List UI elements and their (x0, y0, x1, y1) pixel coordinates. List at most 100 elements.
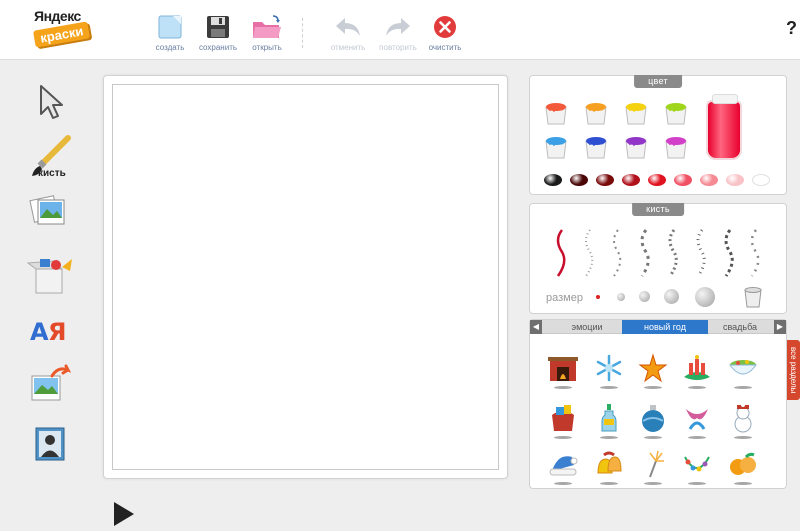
santa-hat-icon (549, 456, 578, 476)
tool-text[interactable]: А Я (22, 306, 78, 354)
open-label: открыть (252, 43, 282, 52)
portrait-frame-icon (35, 427, 65, 461)
brush-snowflakes[interactable] (746, 228, 764, 278)
help-button[interactable]: ? (786, 18, 797, 39)
sticker-salad-bowl[interactable] (726, 350, 760, 389)
tool-gallery[interactable] (22, 420, 78, 468)
picture-arrow-icon (31, 364, 72, 401)
category-prev-arrow[interactable]: ◀ (530, 320, 542, 334)
color-shade-swatch[interactable] (622, 174, 640, 186)
save-label: сохранить (198, 43, 238, 52)
star-icon (638, 353, 668, 383)
size-xs[interactable] (596, 295, 600, 299)
paint-bucket[interactable] (584, 134, 608, 160)
category-new-year[interactable]: новый год (622, 320, 708, 334)
photos-icon (29, 195, 65, 225)
sticker-snowflake[interactable] (592, 350, 626, 389)
sticker-garland-lights[interactable] (680, 446, 714, 485)
create-button[interactable]: создать (148, 14, 192, 58)
brush-stars[interactable] (720, 228, 738, 278)
color-shade-swatch[interactable] (596, 174, 614, 186)
clear-label: очистить (428, 43, 462, 52)
sticker-snowman[interactable] (726, 400, 760, 439)
open-button[interactable]: открыть (245, 14, 289, 58)
ornament-ball-icon (642, 405, 664, 432)
color-shade-swatch[interactable] (648, 174, 666, 186)
sticker-candles[interactable] (680, 350, 714, 389)
snowflake-icon (596, 354, 622, 382)
category-next-arrow[interactable]: ▶ (774, 320, 786, 334)
snowman-icon (734, 403, 752, 433)
tool-import-image[interactable] (22, 360, 78, 408)
paint-bucket[interactable] (544, 100, 568, 126)
brush-flowers[interactable] (692, 228, 710, 278)
all-sections-tab[interactable]: все разделы (787, 340, 800, 400)
paint-bucket-icon[interactable] (742, 284, 764, 308)
sticker-fireplace[interactable] (546, 350, 580, 389)
redo-arrow-icon (386, 18, 410, 36)
category-emotions[interactable]: эмоции (552, 320, 622, 334)
toybox-icon (26, 259, 72, 294)
size-m[interactable] (639, 291, 650, 302)
selected-color-jar (706, 94, 742, 160)
bells-icon (597, 451, 622, 474)
size-xl[interactable] (695, 287, 715, 307)
brush-solid[interactable] (552, 228, 570, 278)
sticker-tangerines[interactable] (726, 446, 760, 485)
paint-bucket[interactable] (624, 100, 648, 126)
candy-bow-icon (686, 409, 708, 430)
sticker-bottle[interactable] (592, 400, 626, 439)
sticker-bells[interactable] (592, 446, 626, 485)
paint-bucket[interactable] (584, 100, 608, 126)
logo-line-1: Яндекс (34, 8, 81, 24)
paint-bucket[interactable] (544, 134, 568, 160)
yandex-kraski-logo[interactable]: Яндекс краски (30, 8, 94, 48)
brush-hearts[interactable] (636, 228, 654, 278)
color-shade-swatch[interactable] (674, 174, 692, 186)
color-shade-swatch[interactable] (726, 174, 744, 186)
sticker-santa-hat[interactable] (546, 446, 580, 485)
bottle-icon (601, 404, 617, 432)
new-file-icon (158, 15, 182, 39)
sticker-gift-sack[interactable] (546, 400, 580, 439)
sticker-sparkler[interactable] (636, 446, 670, 485)
brush-circles[interactable] (664, 228, 682, 278)
text-icon: А Я (30, 318, 66, 346)
sparkler-icon (649, 450, 664, 478)
tool-pointer[interactable] (22, 78, 78, 126)
paint-bucket[interactable] (664, 100, 688, 126)
paint-bucket[interactable] (664, 134, 688, 160)
size-l[interactable] (664, 289, 679, 304)
color-shade-swatch[interactable] (752, 174, 770, 186)
brush-panel-title: кисть (632, 203, 684, 216)
size-s[interactable] (617, 293, 625, 301)
fireplace-icon (548, 357, 578, 381)
sticker-ornament-ball[interactable] (636, 400, 670, 439)
size-label: размер (546, 292, 583, 304)
tool-objects[interactable] (22, 252, 78, 300)
folder-open-icon (253, 15, 281, 38)
clear-x-icon (434, 16, 456, 38)
brush-sparkle[interactable] (608, 228, 626, 278)
brush-dots[interactable] (580, 228, 598, 278)
sticker-candy-bow[interactable] (680, 400, 714, 439)
gift-sack-icon (552, 405, 574, 431)
tool-backgrounds[interactable] (22, 188, 78, 236)
drawing-canvas[interactable] (112, 84, 499, 470)
undo-arrow-icon (336, 18, 360, 36)
save-button[interactable]: сохранить (196, 14, 240, 58)
redo-button[interactable]: повторить (376, 14, 420, 58)
play-icon[interactable] (114, 502, 134, 526)
sticker-star[interactable] (636, 350, 670, 389)
clear-button[interactable]: очистить (423, 14, 467, 58)
category-wedding[interactable]: свадьба (708, 320, 772, 334)
paint-bucket[interactable] (624, 134, 648, 160)
color-panel: цвет (529, 75, 787, 195)
color-shade-swatch[interactable] (544, 174, 562, 186)
candles-icon (684, 355, 710, 380)
undo-button[interactable]: отменить (326, 14, 370, 58)
color-shade-swatch[interactable] (700, 174, 718, 186)
color-panel-title: цвет (634, 75, 682, 88)
brush-panel: кисть размер (529, 203, 787, 314)
color-shade-swatch[interactable] (570, 174, 588, 186)
